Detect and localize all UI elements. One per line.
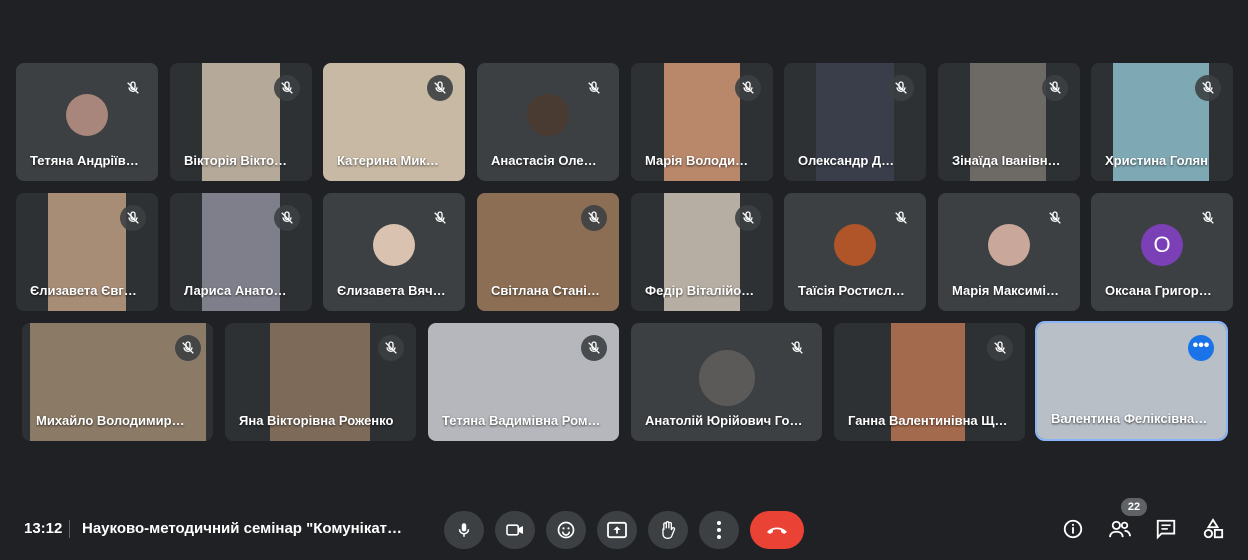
participant-tile[interactable]: Ганна Валентинівна Щ… (834, 323, 1025, 441)
participant-tile[interactable]: Таїсія Ростисл… (784, 193, 926, 311)
more-options-button[interactable]: ••• (1188, 335, 1214, 361)
participant-tile[interactable]: Єлизавета Вяч… (323, 193, 465, 311)
meeting-info-button[interactable] (1059, 515, 1087, 543)
mic-off-icon (1042, 75, 1068, 101)
participant-name: Марія Максимі… (952, 283, 1059, 298)
participant-tile[interactable]: Тетяна Андріїв… (16, 63, 158, 181)
participant-tile[interactable]: Вікторія Вікто… (170, 63, 312, 181)
participant-name: Таїсія Ростисл… (798, 283, 905, 298)
avatar (527, 94, 569, 136)
mic-off-icon (784, 335, 810, 361)
mic-off-icon (581, 205, 607, 231)
info-icon (1063, 519, 1083, 539)
participant-name: Ганна Валентинівна Щ… (848, 413, 1008, 428)
present-screen-icon (607, 521, 627, 539)
participant-tile[interactable]: Анастасія Оле… (477, 63, 619, 181)
mic-off-icon (888, 75, 914, 101)
mic-off-icon (581, 335, 607, 361)
participant-name: Олександр Д… (798, 153, 895, 168)
participant-tile[interactable]: Яна Вікторівна Роженко (225, 323, 416, 441)
participant-name: Тетяна Вадимівна Ром… (442, 413, 601, 428)
meeting-time: 13:12 (24, 520, 63, 537)
participant-tile[interactable]: Єлизавета Євг… (16, 193, 158, 311)
participant-name: Яна Вікторівна Роженко (239, 413, 394, 428)
camera-button[interactable] (495, 511, 535, 549)
participant-name: Катерина Мик… (337, 153, 439, 168)
participant-tile[interactable]: Тетяна Вадимівна Ром… (428, 323, 619, 441)
mic-off-icon (581, 75, 607, 101)
avatar-letter: О (1141, 224, 1183, 266)
participant-name: Христина Голян (1105, 153, 1208, 168)
participant-tile[interactable]: Марія Максимі… (938, 193, 1080, 311)
avatar (834, 224, 876, 266)
participant-tile[interactable]: Христина Голян (1091, 63, 1233, 181)
mic-off-icon (735, 205, 761, 231)
participant-name: Федір Віталійо… (645, 283, 755, 298)
camera-icon (506, 524, 523, 536)
mic-off-icon (427, 205, 453, 231)
mic-off-icon (175, 335, 201, 361)
participant-name: Валентина Феліксівна… (1051, 411, 1208, 426)
leave-call-button[interactable] (750, 511, 804, 549)
participant-tile[interactable]: Зінаїда Іванівн… (938, 63, 1080, 181)
participant-name: Оксана Григор… (1105, 283, 1212, 298)
people-button[interactable] (1106, 515, 1134, 543)
mic-off-icon (987, 335, 1013, 361)
emoji-icon (557, 521, 575, 539)
participant-name: Марія Володи… (645, 153, 749, 168)
participant-name: Анастасія Оле… (491, 153, 597, 168)
mic-off-icon (1195, 75, 1221, 101)
more-vert-icon (717, 521, 721, 539)
avatar (988, 224, 1030, 266)
reactions-button[interactable] (546, 511, 586, 549)
raise-hand-button[interactable] (648, 511, 688, 549)
participant-tile[interactable]: Михайло Володимир… (22, 323, 213, 441)
participant-tile-selected[interactable]: ••• Валентина Феліксівна… (1035, 321, 1228, 441)
hand-icon (662, 521, 676, 539)
avatar (373, 224, 415, 266)
participant-tile[interactable]: Анатолій Юрійович Го… (631, 323, 822, 441)
mic-off-icon (1042, 205, 1068, 231)
participant-name: Єлизавета Євг… (30, 283, 137, 298)
avatar (66, 94, 108, 136)
mic-off-icon (274, 205, 300, 231)
chat-icon (1156, 519, 1176, 540)
end-call-icon (767, 527, 787, 534)
participant-tile[interactable]: О Оксана Григор… (1091, 193, 1233, 311)
participant-tile[interactable]: Лариса Анато… (170, 193, 312, 311)
more-options-button[interactable] (699, 511, 739, 549)
mic-off-icon (427, 75, 453, 101)
participant-tile[interactable]: Федір Віталійо… (631, 193, 773, 311)
participant-count-badge: 22 (1121, 498, 1147, 516)
participant-name: Зінаїда Іванівн… (952, 153, 1061, 168)
microphone-icon (458, 523, 470, 537)
participant-name: Вікторія Вікто… (184, 153, 288, 168)
mic-off-icon (120, 205, 146, 231)
mic-off-icon (378, 335, 404, 361)
participant-name: Лариса Анато… (184, 283, 287, 298)
participant-tile[interactable]: Світлана Стані… (477, 193, 619, 311)
activities-button[interactable] (1199, 515, 1227, 543)
avatar (698, 350, 755, 406)
participant-tile[interactable]: Олександр Д… (784, 63, 926, 181)
participant-tile[interactable]: Марія Володи… (631, 63, 773, 181)
mic-off-icon (735, 75, 761, 101)
meeting-title: Науково-методичний семінар "Комунікат… (82, 520, 403, 537)
activities-shapes-icon (1203, 518, 1224, 539)
participant-name: Єлизавета Вяч… (337, 283, 446, 298)
chat-button[interactable] (1152, 515, 1180, 543)
participant-name: Анатолій Юрійович Го… (645, 413, 803, 428)
microphone-button[interactable] (444, 511, 484, 549)
participant-tile[interactable]: Катерина Мик… (323, 63, 465, 181)
participant-name: Світлана Стані… (491, 283, 600, 298)
people-icon (1109, 520, 1131, 538)
present-button[interactable] (597, 511, 637, 549)
mic-off-icon (888, 205, 914, 231)
mic-off-icon (274, 75, 300, 101)
divider (69, 520, 70, 538)
participant-name: Михайло Володимир… (36, 413, 185, 428)
participant-name: Тетяна Андріїв… (30, 153, 139, 168)
mic-off-icon (120, 75, 146, 101)
mic-off-icon (1195, 205, 1221, 231)
